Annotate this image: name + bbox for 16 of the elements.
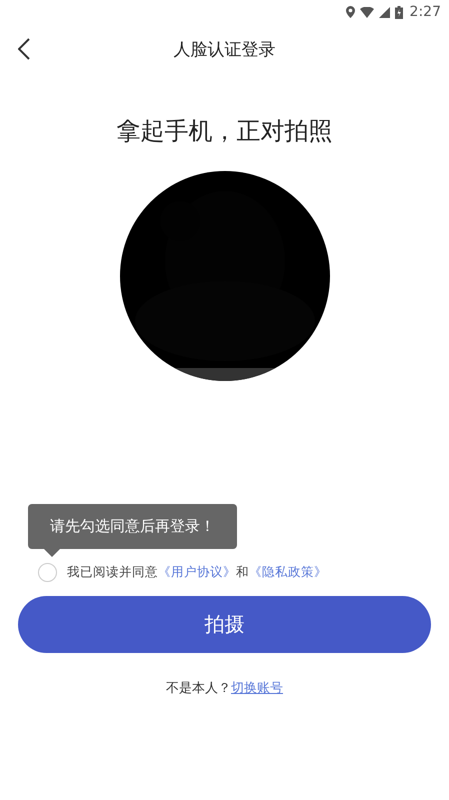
instruction-text: 拿起手机，正对拍照 [116,116,332,147]
policy-link[interactable]: 《隐私政策》 [249,564,327,581]
agreement-text: 和 [236,564,249,581]
location-icon [346,6,355,18]
switch-account-link[interactable]: 切换账号 [231,679,283,697]
battery-icon [394,6,403,18]
tooltip: 请先勾选同意后再登录！ [28,504,237,549]
agreement-checkbox[interactable] [38,563,57,582]
capture-button[interactable]: 拍摄 [18,596,431,653]
wifi-icon [360,6,374,18]
policy-link[interactable]: 《用户协议》 [158,564,236,581]
signal-icon [378,6,390,18]
agreement-text: 我已阅读并同意 [67,564,158,581]
clock-time: 2:27 [410,4,441,20]
page-title: 人脸认证登录 [174,38,276,60]
question-text: 不是本人？ [166,680,231,697]
